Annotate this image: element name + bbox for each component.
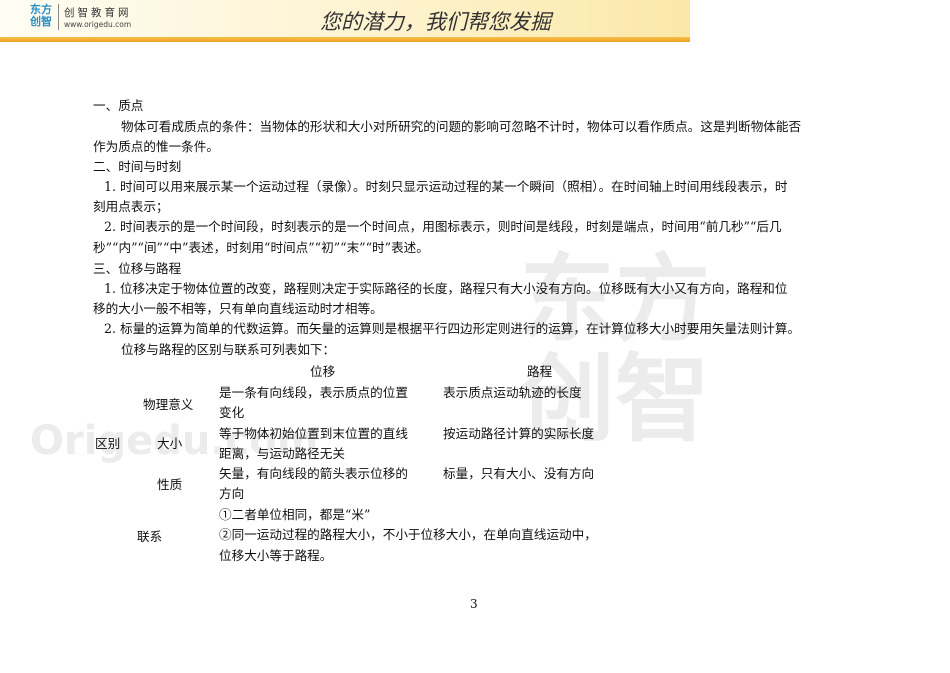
paragraph-line: 2. 标量的运算为简单的代数运算。而矢量的运算则是根据平行四边形定则进行的运算，… <box>104 321 801 336</box>
cell: 按运动路径计算的实际长度 <box>443 426 595 441</box>
cell: 表示质点运动轨迹的长度 <box>443 385 582 400</box>
table-header-displacement: 位移 <box>310 364 336 379</box>
cell: 标量，只有大小、没有方向 <box>443 466 595 481</box>
table-group-label: 区别 <box>95 436 121 451</box>
page-number: 3 <box>470 597 478 611</box>
section-heading: 三、位移与路程 <box>93 261 182 276</box>
section-heading: 二、时间与时刻 <box>93 159 182 174</box>
row-label: 性质 <box>157 477 183 492</box>
relation-line: ①二者单位相同，都是“米” <box>219 507 371 522</box>
logo: 东方 创智 <box>30 3 52 28</box>
brand-url: www.origedu.com <box>64 20 132 29</box>
cell: 等于物体初始位置到末位置的直线 <box>219 426 408 441</box>
cell: 方向 <box>219 486 245 501</box>
cell: 变化 <box>219 405 245 420</box>
paragraph-line: 2. 时间表示的是一个时间段，时刻表示的是一个时间点，用图标表示，则时间是线段，… <box>104 219 782 234</box>
paragraph-line: 物体可看成质点的条件：当物体的形状和大小对所研究的问题的影响可忽略不计时，物体可… <box>121 119 802 134</box>
paragraph-line: 位移与路程的区别与联系可列表如下： <box>121 342 336 357</box>
paragraph-line: 刻用点表示； <box>93 199 169 214</box>
cell: 距离，与运动路径无关 <box>219 446 345 461</box>
table-header-path: 路程 <box>527 364 553 379</box>
relation-line: 位移大小等于路程。 <box>219 548 333 563</box>
header-bar <box>0 37 690 42</box>
paragraph-line: 1. 时间可以用来展示某一个运动过程（录像）。时刻只显示运动过程的某一个瞬间（照… <box>104 179 788 194</box>
paragraph-line: 移的大小一般不相等，只有单向直线运动时才相等。 <box>93 301 383 316</box>
paragraph-line: 作为质点的惟一条件。 <box>93 139 219 154</box>
row-label: 大小 <box>157 436 183 451</box>
section-heading: 一、质点 <box>93 98 144 113</box>
paragraph-line: 秒”“内”“间”“中”表述，时刻用“时间点”“初”“末”“时”表述。 <box>93 240 429 255</box>
cell: 矢量，有向线段的箭头表示位移的 <box>219 466 408 481</box>
relation-line: ②同一运动过程的路程大小，不小于位移大小，在单向直线运动中， <box>219 527 597 542</box>
slogan: 您的潜力，我们帮您发掘 <box>320 10 551 34</box>
relation-label: 联系 <box>137 529 163 544</box>
row-label: 物理意义 <box>143 397 194 412</box>
divider <box>58 4 59 30</box>
cell: 是一条有向线段，表示质点的位置 <box>219 385 408 400</box>
brand-name: 创智教育网 <box>64 7 132 19</box>
page-header: 东方 创智 创智教育网 www.origedu.com 您的潜力，我们帮您发掘 <box>0 0 690 42</box>
paragraph-line: 1. 位移决定于物体位置的改变，路程则决定于实际路径的长度，路程只有大小没有方向… <box>104 281 788 296</box>
